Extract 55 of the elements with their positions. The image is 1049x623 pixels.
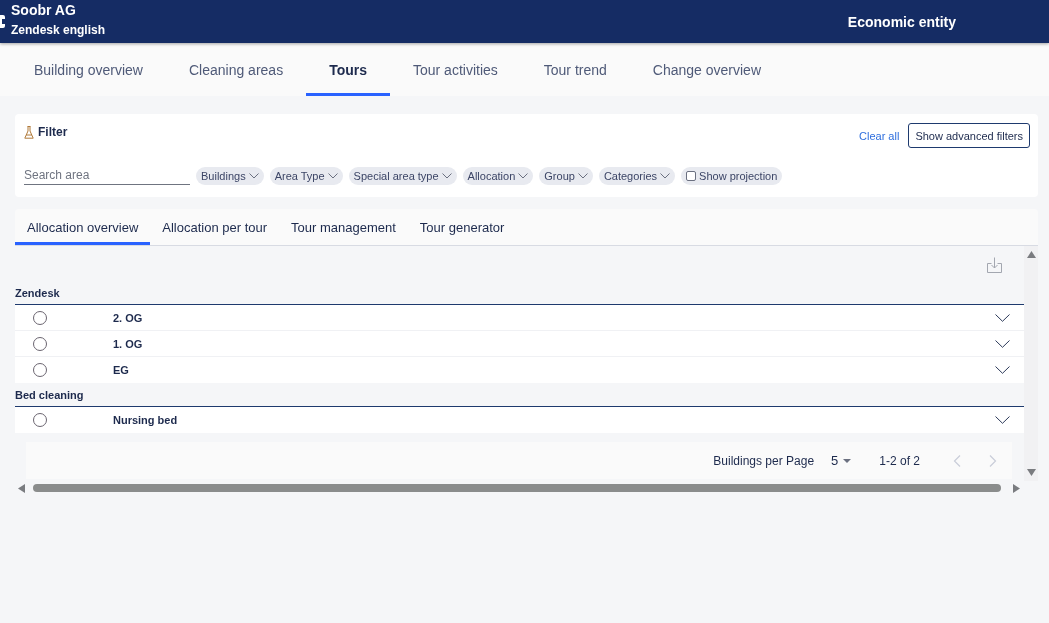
context-label: Economic entity (847, 13, 956, 30)
radio-button[interactable] (33, 363, 47, 377)
sub-tab[interactable]: Allocation per tour (150, 209, 280, 245)
per-page-select[interactable]: 5 (831, 453, 852, 468)
scroll-right-icon[interactable] (1013, 483, 1020, 493)
chevron-down-icon (577, 172, 588, 179)
search-field[interactable]: Search area (24, 166, 190, 185)
nav-tab[interactable]: Building overview (11, 43, 166, 96)
scroll-up-icon[interactable] (1026, 251, 1036, 258)
chevron-down-icon (441, 172, 452, 179)
filter-dropdown[interactable]: Categories (598, 166, 676, 185)
filter-dropdown[interactable]: Buildings (196, 166, 264, 185)
filter-dropdown[interactable]: Area Type (269, 166, 343, 185)
radio-button[interactable] (33, 310, 47, 325)
nav-tab[interactable]: Cleaning areas (165, 43, 307, 96)
caret-icon (843, 458, 852, 463)
checkbox-chip[interactable]: Show projection (681, 166, 783, 185)
radio-button[interactable] (33, 413, 47, 427)
area-label: EG (113, 364, 129, 376)
area-label: 1. OG (113, 337, 143, 350)
nav-tab[interactable]: Tour activities (390, 43, 521, 96)
filter-dropdown[interactable]: Special area type (348, 166, 457, 185)
nav-tab[interactable]: Tour trend (520, 43, 630, 96)
group-heading: Bed cleaning (15, 389, 84, 402)
sub-tab[interactable]: Tour generator (407, 209, 517, 245)
clear-all-link[interactable]: Clear all (859, 129, 900, 142)
flask-icon (24, 125, 34, 139)
chevron-down-icon (248, 172, 259, 179)
logo-icon (0, 15, 5, 28)
chevron-down-icon (327, 172, 338, 179)
scroll-left-icon[interactable] (18, 483, 25, 493)
nav-tab[interactable]: Tours (306, 43, 390, 96)
company-name: Soobr AG (11, 2, 77, 18)
group-heading: Zendesk (15, 287, 60, 300)
sub-tab[interactable]: Tour management (279, 209, 408, 245)
filter-title: Filter (38, 125, 68, 139)
per-page-label: Buildings per Page (713, 453, 815, 468)
chevron-down-icon (518, 172, 529, 179)
chevron-down-icon[interactable] (995, 313, 1010, 322)
chevron-down-icon[interactable] (995, 366, 1010, 374)
chevron-down-icon (660, 172, 671, 179)
workspace-name: Zendesk english (11, 23, 106, 37)
nav-tab[interactable]: Change overview (629, 43, 784, 96)
filter-dropdown[interactable]: Allocation (462, 166, 534, 185)
chevron-down-icon[interactable] (995, 339, 1010, 348)
scrollbar-thumb[interactable] (33, 484, 1001, 492)
area-label: 2. OG (113, 311, 143, 324)
page-range: 1-2 of 2 (879, 453, 920, 468)
filter-dropdown[interactable]: Group (539, 166, 593, 185)
advanced-filters-button[interactable]: Show advanced filters (908, 123, 1030, 148)
scroll-down-icon[interactable] (1026, 469, 1036, 476)
radio-button[interactable] (33, 336, 47, 351)
chevron-down-icon[interactable] (995, 416, 1010, 424)
area-label: Nursing bed (113, 414, 178, 426)
checkbox-icon[interactable] (686, 170, 697, 181)
